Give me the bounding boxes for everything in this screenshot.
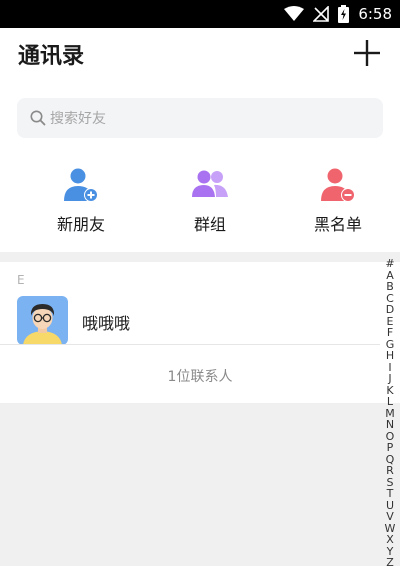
search-placeholder: 搜索好友 [50, 111, 106, 127]
alphabet-index[interactable]: # A B C D E F G H I J K L M N O P Q R S T U V W X Y Z [384, 258, 396, 566]
wifi-icon [284, 6, 305, 21]
no-signal-icon [313, 6, 330, 22]
alpha-index-letter[interactable]: R [386, 465, 394, 477]
avatar-image [17, 296, 68, 345]
alpha-index-letter[interactable]: V [386, 511, 394, 523]
alpha-index-letter[interactable]: P [387, 442, 394, 454]
blacklist-button[interactable]: 黑名单 [283, 167, 393, 237]
divider [0, 344, 380, 345]
alpha-index-letter[interactable]: L [387, 396, 393, 408]
status-bar: 6:58 [0, 0, 400, 28]
groups-button[interactable]: 群组 [155, 167, 265, 237]
alpha-index-letter[interactable]: B [386, 281, 394, 293]
block-user-icon [321, 168, 355, 202]
new-friends-button[interactable]: 新朋友 [26, 167, 136, 237]
contact-name[interactable]: 哦哦哦 [82, 310, 130, 334]
groups-label: 群组 [193, 215, 226, 234]
alpha-index-letter[interactable]: N [386, 419, 394, 431]
page-title: 通讯录 [18, 44, 85, 69]
alpha-index-letter[interactable]: Z [386, 557, 394, 566]
search-icon [30, 110, 46, 126]
group-icon [192, 170, 228, 197]
avatar[interactable] [17, 296, 68, 345]
new-friends-label: 新朋友 [56, 215, 105, 234]
alpha-index-letter[interactable]: X [386, 534, 394, 546]
battery-charging-icon [338, 5, 350, 23]
contact-count: 1位联系人 [167, 369, 233, 385]
status-time: 6:58 [358, 5, 392, 23]
alpha-index-letter[interactable]: J [388, 373, 391, 385]
blacklist-label: 黑名单 [313, 215, 362, 234]
search-input[interactable]: 搜索好友 [17, 98, 383, 138]
alpha-index-letter[interactable]: F [387, 327, 393, 339]
alpha-index-letter[interactable]: # [385, 258, 394, 270]
add-button[interactable] [354, 40, 380, 66]
alpha-index-letter[interactable]: D [386, 304, 394, 316]
section-header: E [17, 273, 25, 287]
alpha-index-letter[interactable]: T [387, 488, 394, 500]
status-icons: 6:58 [284, 0, 392, 28]
alpha-index-letter[interactable]: H [386, 350, 394, 362]
add-user-icon [64, 168, 98, 202]
